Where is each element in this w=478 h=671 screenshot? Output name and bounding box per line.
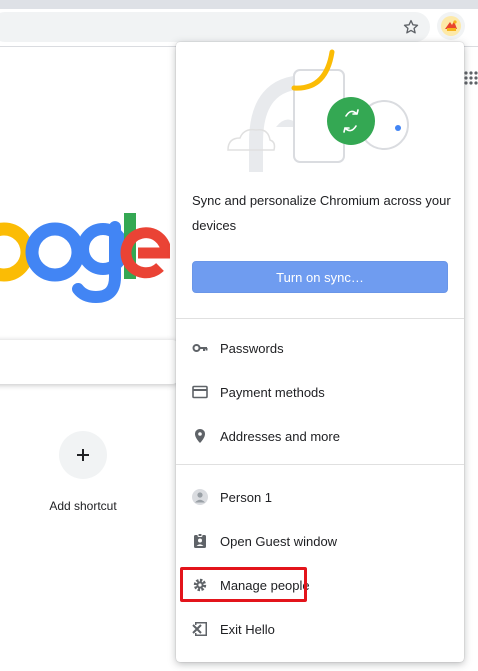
menu-item-payment-methods[interactable]: Payment methods [176,372,464,412]
key-icon [192,340,208,356]
avatar [441,16,461,36]
plus-icon [77,449,89,461]
star-icon[interactable] [402,18,420,36]
profile-menu: Sync and personalize Chromium across you… [176,42,464,662]
menu-item-label: Exit Hello [220,621,275,637]
google-logo-overlay [0,205,170,305]
menu-item-label: Open Guest window [220,533,338,549]
credit-card-icon [192,384,208,400]
add-shortcut-label: Add shortcut [49,499,117,513]
menu-divider [176,464,464,465]
exit-icon [192,621,208,637]
menu-item-addresses[interactable]: Addresses and more [176,416,464,456]
menu-item-label: Addresses and more [220,428,340,444]
guest-badge-icon [192,533,208,549]
menu-item-exit[interactable]: Exit Hello [176,609,464,649]
menu-item-label: Person 1 [220,489,273,505]
menu-item-label: Payment methods [220,384,325,400]
highlight-annotation [180,567,307,602]
add-shortcut-button[interactable] [59,431,107,479]
profile-avatar-button[interactable] [437,12,465,40]
search-box[interactable] [0,340,180,384]
menu-item-guest-window[interactable]: Open Guest window [176,521,464,561]
turn-on-sync-button[interactable]: Turn on sync… [192,261,448,293]
apps-grid-icon[interactable] [464,71,478,85]
browser-frame [0,0,478,47]
sync-illustration [227,49,409,172]
location-pin-icon [192,428,208,444]
sync-prompt-text: Sync and personalize Chromium across you… [192,193,451,233]
menu-divider [176,318,464,319]
person-avatar-icon [192,489,208,505]
menu-item-passwords[interactable]: Passwords [176,328,464,368]
menu-item-label: Passwords [220,340,284,356]
address-bar[interactable] [0,12,430,42]
menu-item-person[interactable]: Person 1 [176,477,464,517]
